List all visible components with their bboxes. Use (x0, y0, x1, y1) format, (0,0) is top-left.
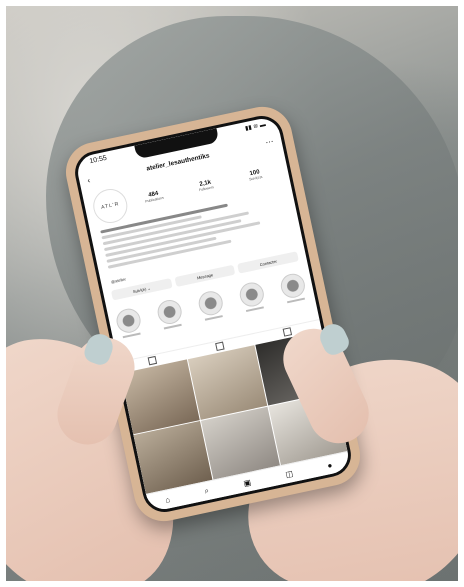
highlight-title (163, 323, 182, 330)
highlight-title (286, 297, 306, 304)
highlight-item[interactable] (278, 271, 309, 304)
highlight-item[interactable] (154, 297, 185, 331)
status-icons: ▮▮ ≋ ▬ (244, 121, 267, 133)
grid-tab-icon[interactable] (147, 355, 158, 366)
highlight-item[interactable] (113, 306, 144, 339)
home-icon[interactable]: ⌂ (164, 495, 171, 505)
contact-button[interactable]: Contacter (237, 251, 299, 274)
highlight-title (204, 315, 223, 321)
back-arrow-icon[interactable]: ‹ (87, 176, 91, 185)
highlight-title (245, 306, 264, 313)
message-button[interactable]: Message (174, 264, 236, 288)
highlight-cover (155, 297, 184, 327)
shop-icon[interactable]: ◫ (285, 468, 294, 478)
highlight-cover (196, 289, 225, 318)
stat-posts[interactable]: 484 Publications (144, 190, 164, 204)
profile-icon[interactable]: ● (326, 460, 333, 470)
photo: 10:55 ▮▮ ≋ ▬ ‹ atelier_lesauthentiks ⋯ A… (6, 6, 458, 581)
status-time: 10:55 (88, 154, 108, 166)
profile-link[interactable]: @atelier (111, 276, 127, 284)
highlight-cover (114, 306, 143, 335)
tagged-tab-icon[interactable] (282, 327, 292, 337)
highlight-cover (237, 280, 267, 309)
highlight-title (122, 332, 141, 339)
stat-followers[interactable]: 2,1k Followers (197, 179, 214, 193)
highlight-cover (278, 271, 308, 301)
highlight-item[interactable] (237, 280, 268, 313)
avatar[interactable]: ATL'R (90, 185, 131, 227)
highlight-item[interactable] (196, 289, 227, 322)
reels-tab-icon[interactable] (215, 341, 225, 352)
menu-icon[interactable]: ⋯ (265, 137, 275, 147)
reels-icon[interactable]: ▣ (243, 477, 252, 487)
stat-following[interactable]: 100 Suivi(e)s (247, 169, 263, 181)
search-icon[interactable]: ⌕ (204, 486, 210, 497)
